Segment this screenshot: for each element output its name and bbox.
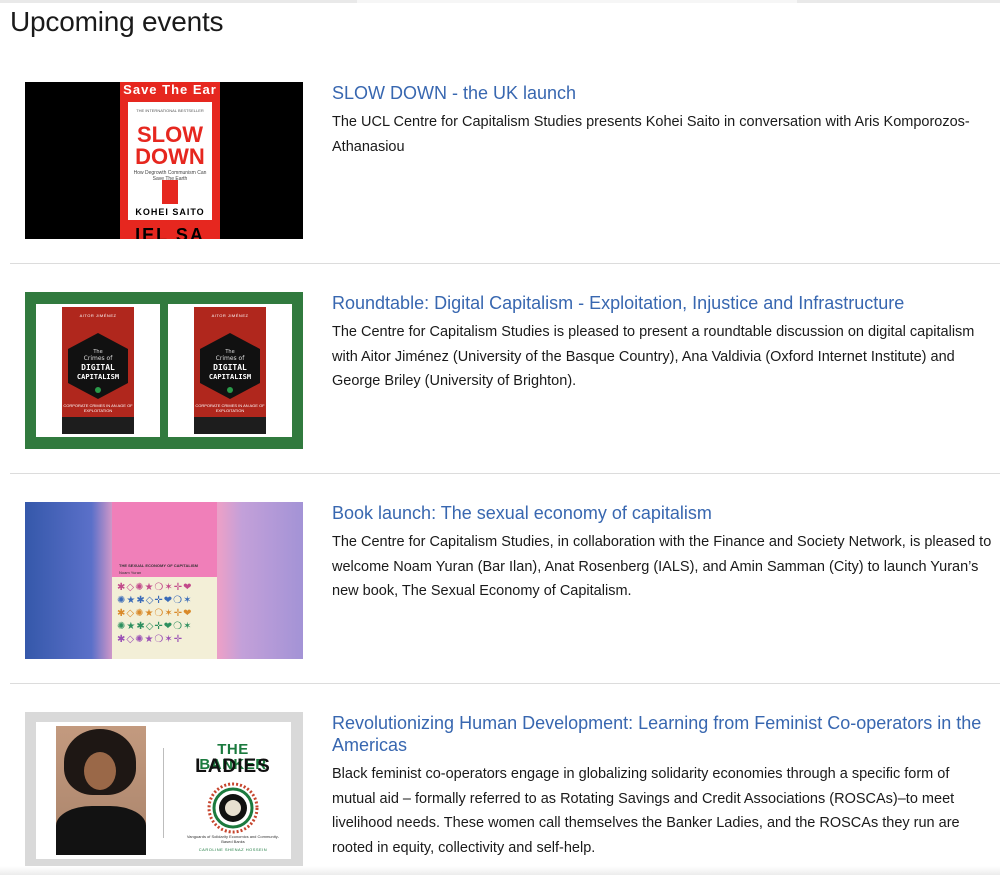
event-title-link[interactable]: SLOW DOWN - the UK launch [332,82,992,104]
svg-text:DIGITAL: DIGITAL [81,363,115,372]
book-cover: AITOR JIMÉNEZ The Crimes of DIGITAL CAPI… [194,307,266,434]
hexagon-icon: The Crimes of DIGITAL CAPITALISM [200,333,260,399]
svg-text:CAPITALISM: CAPITALISM [209,373,251,381]
image-panel: THE BANKER LADIES Vanguards of Solidarit… [36,722,291,859]
event-image[interactable]: THE SEXUAL ECONOMY OF CAPITALISM Noam Yu… [25,502,303,659]
book-footer [194,417,266,434]
book-title: THE SEXUAL ECONOMY OF CAPITALISM [119,563,198,568]
separator-line [163,748,164,838]
symbol-row: ✱◇✺★❍✶✛ [117,634,184,645]
divider [10,473,1000,474]
book-author: CAROLINE SHENAZ HOSSEIN [198,847,268,852]
event-item: THE BANKER LADIES Vanguards of Solidarit… [10,712,1000,872]
divider [10,683,1000,684]
book-heading-line2: DOWN [135,144,205,169]
event-description: The Centre for Capitalism Studies is ple… [332,324,975,389]
book-cover: AITOR JIMÉNEZ The Crimes of DIGITAL CAPI… [62,307,134,434]
book-author: AITOR JIMÉNEZ [211,313,249,318]
event-title-link[interactable]: Book launch: The sexual economy of capit… [332,502,992,524]
svg-text:Crimes of: Crimes of [216,355,246,362]
author-portrait [56,726,146,855]
book-subtitle: CORPORATE CRIMES IN AN AGE OF EXPLOITATI… [63,403,133,413]
symbol-row: ✺★✱◇✛❤❍✶ [117,595,193,606]
symbol-row: ✺★✱◇✛❤❍✶ [117,621,193,632]
event-item: Save The Ear THE INTERNATIONAL BESTSELLE… [10,82,1000,242]
book-bottom-text: IEL SA [135,225,205,239]
event-title-link[interactable]: Roundtable: Digital Capitalism - Exploit… [332,292,992,314]
book-subtitle: Vanguards of Solidarity Economics and Co… [186,834,280,844]
symbol-row: ✱◇✺★❍✶✛❤ [117,582,193,593]
book-top-text: Save The Ear [123,82,217,97]
top-bar-segment [357,0,797,3]
event-image[interactable]: THE BANKER LADIES Vanguards of Solidarit… [25,712,303,869]
symbol-row: ✱◇✺★❍✶✛❤ [117,608,193,619]
event-title-link[interactable]: Revolutionizing Human Development: Learn… [332,712,992,756]
page-title: Upcoming events [10,6,224,37]
bottom-shadow [0,866,1000,875]
top-bar [0,0,1000,3]
event-image[interactable]: AITOR JIMÉNEZ The Crimes of DIGITAL CAPI… [25,292,303,449]
circle-emblem-icon [207,782,259,834]
svg-text:CAPITALISM: CAPITALISM [77,373,119,381]
event-body: Book launch: The sexual economy of capit… [332,502,992,604]
book-card: AITOR JIMÉNEZ The Crimes of DIGITAL CAPI… [36,304,160,437]
portrait-shirt [56,806,146,855]
book-title-line2: LADIES [195,756,271,777]
event-description: The Centre for Capitalism Studies, in co… [332,534,992,599]
event-item: THE SEXUAL ECONOMY OF CAPITALISM Noam Yu… [10,502,1000,662]
event-description: The UCL Centre for Capitalism Studies pr… [332,114,970,155]
book-author: Noam Yuran [119,570,142,575]
event-image[interactable]: Save The Ear THE INTERNATIONAL BESTSELLE… [25,82,303,239]
divider [10,263,1000,264]
portrait-face [84,752,116,790]
book-subtitle: CORPORATE CRIMES IN AN AGE OF EXPLOITATI… [195,403,265,413]
event-body: Revolutionizing Human Development: Learn… [332,712,992,860]
event-item: AITOR JIMÉNEZ The Crimes of DIGITAL CAPI… [10,292,1000,452]
book-inner-cover: THE INTERNATIONAL BESTSELLER SLOW DOWN H… [128,102,212,220]
book-bestseller: THE INTERNATIONAL BESTSELLER [136,108,204,113]
book-small-cover-icon [162,180,178,204]
book-author: AITOR JIMÉNEZ [79,313,117,318]
pattern-symbols: ✱◇✺★❍✶✛❤ ✺★✱◇✛❤❍✶ ✱◇✺★❍✶✛❤ ✺★✱◇✛❤❍✶ ✱◇✺★… [117,581,217,646]
book-card: AITOR JIMÉNEZ The Crimes of DIGITAL CAPI… [168,304,292,437]
book-cover: Save The Ear THE INTERNATIONAL BESTSELLE… [120,82,220,239]
event-description: Black feminist co-operators engage in gl… [332,766,960,856]
svg-text:DIGITAL: DIGITAL [213,363,247,372]
book-heading: SLOW DOWN [128,124,212,168]
book-footer [62,417,134,434]
event-body: SLOW DOWN - the UK launch The UCL Centre… [332,82,992,159]
hexagon-icon: The Crimes of DIGITAL CAPITALISM [68,333,128,399]
book-author: KOHEI SAITO [135,207,205,217]
svg-text:Crimes of: Crimes of [84,355,114,362]
event-body: Roundtable: Digital Capitalism - Exploit… [332,292,992,394]
